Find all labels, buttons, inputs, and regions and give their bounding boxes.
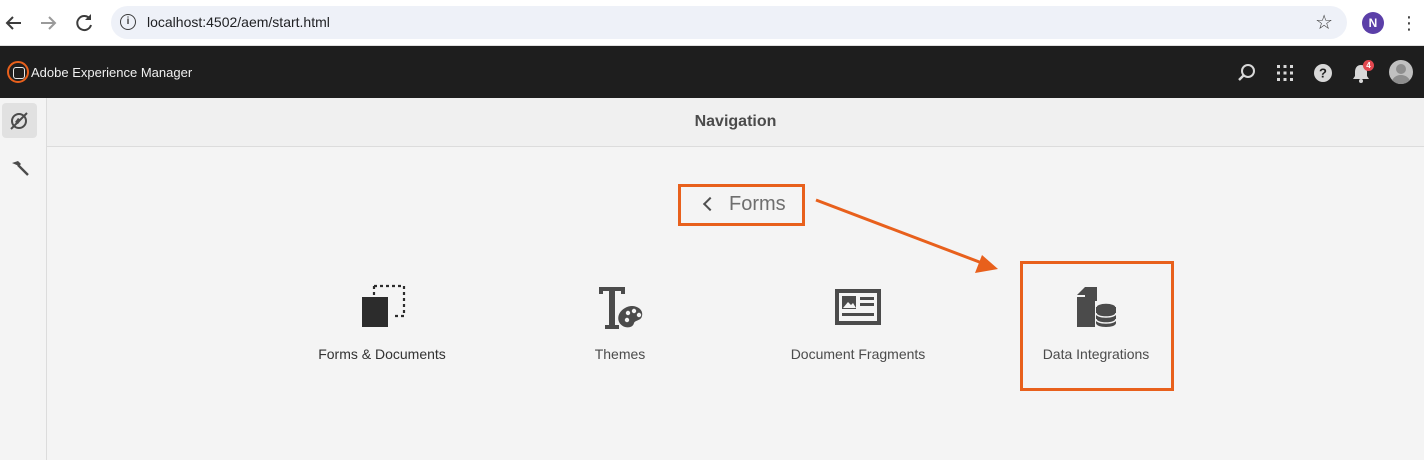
- tile-label: Forms & Documents: [318, 346, 446, 362]
- search-icon[interactable]: [1236, 62, 1258, 84]
- page-title: Navigation: [694, 113, 777, 130]
- svg-text:?: ?: [1319, 66, 1327, 81]
- back-arrow-icon[interactable]: [2, 11, 26, 35]
- data-integrations-highlight-box: [1020, 261, 1174, 391]
- notification-badge: 4: [1363, 60, 1374, 71]
- tile-label: Document Fragments: [790, 346, 926, 362]
- url-text[interactable]: localhost:4502/aem/start.html: [147, 14, 330, 30]
- browser-toolbar: i localhost:4502/aem/start.html ☆ N ⋮: [0, 0, 1424, 46]
- profile-avatar[interactable]: N: [1362, 12, 1384, 34]
- browser-menu-icon[interactable]: ⋮: [1400, 12, 1418, 34]
- navigation-rail-button[interactable]: [2, 103, 37, 138]
- user-avatar[interactable]: [1389, 60, 1413, 84]
- compass-icon: [10, 112, 28, 130]
- tile-label: Themes: [594, 346, 646, 362]
- left-rail: [0, 98, 47, 460]
- hammer-icon: [12, 161, 29, 176]
- reload-icon[interactable]: [72, 11, 96, 35]
- tools-rail-button[interactable]: [2, 151, 37, 186]
- tile-themes[interactable]: Themes: [520, 283, 720, 373]
- tile-document-fragments[interactable]: Document Fragments: [758, 283, 958, 373]
- document-fragments-icon: [835, 289, 881, 325]
- aem-logo-icon[interactable]: [7, 61, 29, 83]
- navigation-title-bar: Navigation: [47, 98, 1424, 147]
- themes-icon: [599, 287, 643, 329]
- help-icon[interactable]: ?: [1312, 62, 1334, 84]
- site-info-icon[interactable]: i: [120, 14, 136, 30]
- aem-global-header: Adobe Experience Manager ?: [0, 46, 1424, 98]
- tile-forms-documents[interactable]: Forms & Documents: [282, 283, 482, 373]
- forms-documents-icon: [362, 284, 406, 327]
- forward-arrow-icon[interactable]: [36, 11, 60, 35]
- address-bar[interactable]: i localhost:4502/aem/start.html ☆: [111, 6, 1347, 39]
- bookmark-star-icon[interactable]: ☆: [1315, 10, 1333, 35]
- app-title[interactable]: Adobe Experience Manager: [31, 65, 192, 80]
- solutions-grid-icon[interactable]: [1274, 62, 1296, 84]
- forms-highlight-box: [678, 184, 805, 226]
